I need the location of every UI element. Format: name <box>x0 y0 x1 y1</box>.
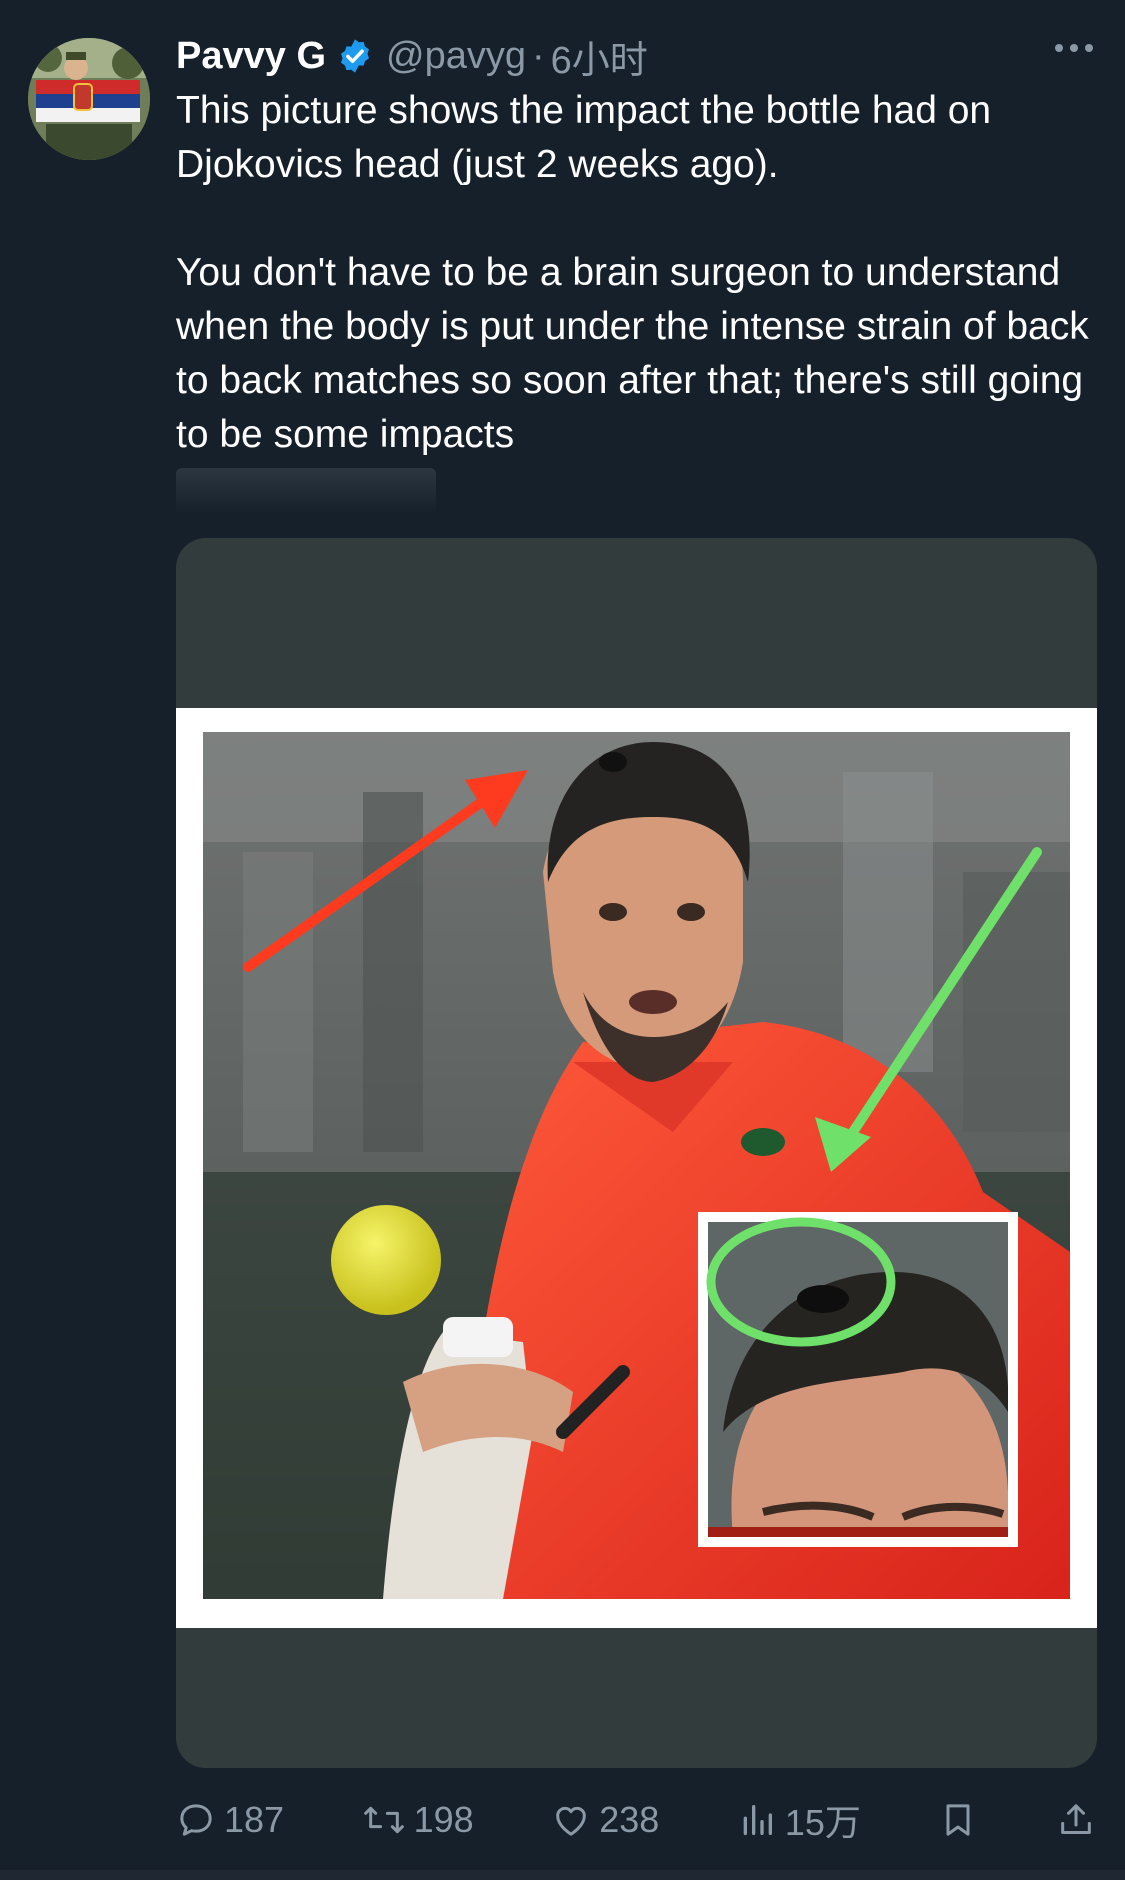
reply-count: 187 <box>224 1799 285 1840</box>
verified-badge-icon <box>341 39 369 73</box>
views-count: 15万 <box>784 1802 861 1843</box>
meta-separator: · <box>531 34 545 77</box>
views-chart-icon <box>743 1805 772 1835</box>
tweet-timestamp[interactable]: 6小时 <box>551 29 648 84</box>
reply-button[interactable]: 187 <box>176 1799 284 1841</box>
truncated-text-fade <box>176 468 436 514</box>
author-handle[interactable]: @pavyg <box>386 35 526 78</box>
tweet-paragraph-1: This picture shows the impact the bottle… <box>176 89 992 186</box>
tweet-card: Pavvy G @pavyg · 6小时 This picture shows … <box>0 0 1125 1880</box>
like-button[interactable]: 238 <box>551 1799 659 1841</box>
more-options-icon[interactable] <box>1055 44 1093 52</box>
bookmark-button[interactable] <box>938 1800 978 1840</box>
retweet-icon <box>363 1806 404 1834</box>
reply-icon <box>180 1804 212 1836</box>
image-white-frame <box>176 708 1097 1628</box>
share-button[interactable] <box>1056 1800 1096 1840</box>
tweet-text: This picture shows the impact the bottle… <box>176 84 1111 462</box>
retweet-button[interactable]: 198 <box>362 1799 474 1841</box>
author-name[interactable]: Pavvy G <box>176 35 326 78</box>
tweet-media[interactable] <box>176 538 1097 1768</box>
tweet-header: Pavvy G @pavyg · 6小时 <box>176 28 1125 84</box>
heart-icon <box>556 1806 587 1836</box>
share-icon <box>1061 1804 1091 1834</box>
bookmark-icon <box>946 1804 970 1836</box>
author-avatar[interactable] <box>28 38 150 160</box>
tennis-photo[interactable] <box>203 732 1070 1599</box>
retweet-count: 198 <box>413 1799 474 1840</box>
tweet-actions: 187 198 238 15万 <box>176 1790 1096 1850</box>
views-button[interactable]: 15万 <box>737 1794 861 1846</box>
like-count: 238 <box>599 1799 660 1840</box>
tweet-paragraph-2: You don't have to be a brain surgeon to … <box>176 251 1089 456</box>
bottom-divider <box>0 1870 1125 1880</box>
